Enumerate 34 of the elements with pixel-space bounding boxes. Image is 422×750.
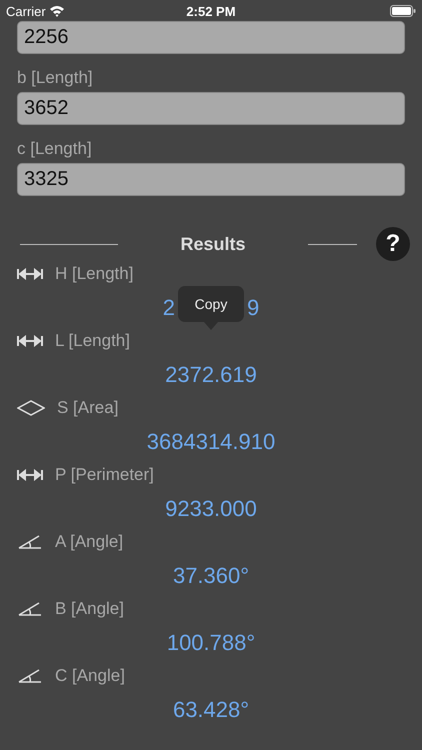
result-value: 100.788°	[166, 629, 256, 657]
result-value: 3684314.910	[146, 428, 276, 456]
input-field[interactable]: 3652	[17, 92, 405, 125]
result-label: S [Area]	[57, 398, 118, 418]
width-arrows-icon	[17, 335, 43, 347]
result-label: P [Perimeter]	[55, 465, 154, 485]
field-label: c [Length]	[17, 139, 93, 159]
diamond-icon	[17, 400, 45, 416]
copy-tooltip[interactable]: Copy	[178, 286, 244, 322]
input-field[interactable]: 3325	[17, 163, 405, 196]
result-value: 9	[247, 294, 260, 322]
result-label: A [Angle]	[55, 532, 124, 552]
status-time: 2:52 PM	[186, 4, 236, 18]
help-button[interactable]: ?	[376, 227, 410, 261]
angle-icon	[17, 534, 43, 550]
wifi-icon	[48, 5, 65, 17]
input-field[interactable]: 2256	[17, 21, 405, 54]
carrier-label: Carrier	[6, 4, 46, 18]
field-label: b [Length]	[17, 68, 94, 88]
results-title: Results	[179, 234, 247, 254]
battery-icon	[390, 5, 416, 17]
result-label: L [Length]	[55, 331, 130, 351]
result-label: H [Length]	[55, 264, 134, 284]
result-label: B [Angle]	[55, 599, 124, 619]
angle-icon	[17, 601, 43, 617]
result-value: 37.360°	[172, 562, 250, 590]
result-value: 2372.619	[165, 361, 257, 389]
angle-icon	[17, 668, 43, 684]
result-label: C [Angle]	[55, 666, 125, 686]
width-arrows-icon	[17, 268, 43, 280]
result-value: 9233.000	[165, 495, 257, 523]
result-value: 63.428°	[172, 696, 250, 724]
width-arrows-icon	[17, 469, 43, 481]
result-value: 2	[162, 294, 175, 322]
